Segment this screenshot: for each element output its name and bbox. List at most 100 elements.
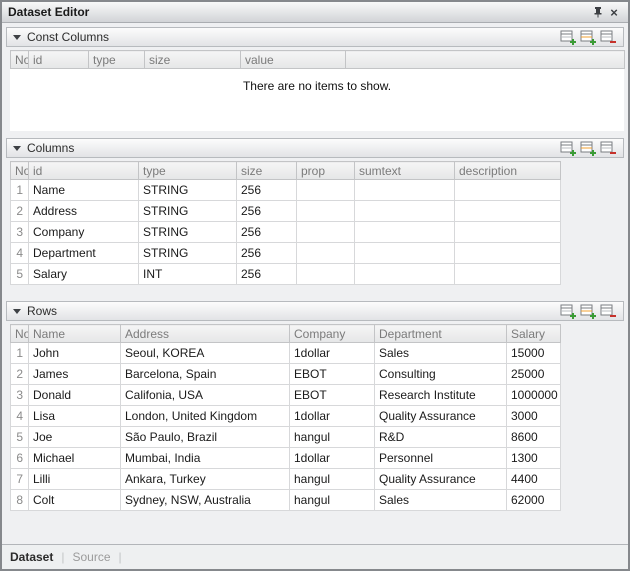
- table-cell[interactable]: Michael: [29, 448, 121, 469]
- row-number-cell[interactable]: 2: [11, 364, 29, 385]
- table-cell[interactable]: [455, 201, 561, 222]
- table-cell[interactable]: Donald: [29, 385, 121, 406]
- table-cell[interactable]: Colt: [29, 490, 121, 511]
- row-number-cell[interactable]: 6: [11, 448, 29, 469]
- table-cell[interactable]: [355, 264, 455, 285]
- table-cell[interactable]: [455, 222, 561, 243]
- table-cell[interactable]: Name: [29, 180, 139, 201]
- collapse-arrow-icon[interactable]: [13, 309, 21, 314]
- table-cell[interactable]: Mumbai, India: [121, 448, 290, 469]
- insert-row-icon[interactable]: [580, 30, 597, 45]
- table-cell[interactable]: [297, 264, 355, 285]
- section-header-const-columns[interactable]: Const Columns: [6, 27, 624, 47]
- table-cell[interactable]: STRING: [139, 180, 237, 201]
- table-cell[interactable]: Salary: [29, 264, 139, 285]
- row-number-cell[interactable]: 8: [11, 490, 29, 511]
- table-cell[interactable]: Quality Assurance: [375, 469, 507, 490]
- column-header[interactable]: Salary: [507, 325, 561, 343]
- table-cell[interactable]: [355, 222, 455, 243]
- table-cell[interactable]: Consulting: [375, 364, 507, 385]
- table-cell[interactable]: [355, 201, 455, 222]
- table-cell[interactable]: London, United Kingdom: [121, 406, 290, 427]
- column-header[interactable]: [346, 51, 625, 69]
- table-cell[interactable]: 15000: [507, 343, 561, 364]
- add-row-icon[interactable]: [560, 304, 577, 319]
- table-cell[interactable]: [455, 180, 561, 201]
- column-header[interactable]: size: [145, 51, 241, 69]
- column-header[interactable]: id: [29, 51, 89, 69]
- table-cell[interactable]: Lisa: [29, 406, 121, 427]
- table-cell[interactable]: Research Institute: [375, 385, 507, 406]
- table-cell[interactable]: [297, 201, 355, 222]
- table-cell[interactable]: Sales: [375, 343, 507, 364]
- column-header[interactable]: value: [241, 51, 346, 69]
- pin-icon[interactable]: [590, 4, 606, 20]
- row-number-cell[interactable]: 1: [11, 343, 29, 364]
- table-cell[interactable]: 25000: [507, 364, 561, 385]
- table-cell[interactable]: Company: [29, 222, 139, 243]
- table-cell[interactable]: Quality Assurance: [375, 406, 507, 427]
- table-cell[interactable]: 1300: [507, 448, 561, 469]
- column-header[interactable]: Address: [121, 325, 290, 343]
- table-cell[interactable]: hangul: [290, 427, 375, 448]
- table-cell[interactable]: 1dollar: [290, 406, 375, 427]
- column-header[interactable]: No: [11, 325, 29, 343]
- table-cell[interactable]: STRING: [139, 222, 237, 243]
- table-cell[interactable]: 62000: [507, 490, 561, 511]
- table-cell[interactable]: [455, 264, 561, 285]
- close-icon[interactable]: ×: [606, 4, 622, 20]
- delete-row-icon[interactable]: [600, 30, 617, 45]
- table-cell[interactable]: 3000: [507, 406, 561, 427]
- row-number-cell[interactable]: 2: [11, 201, 29, 222]
- column-header[interactable]: sumtext: [355, 162, 455, 180]
- column-header[interactable]: type: [139, 162, 237, 180]
- table-cell[interactable]: Address: [29, 201, 139, 222]
- delete-row-icon[interactable]: [600, 304, 617, 319]
- add-row-icon[interactable]: [560, 30, 577, 45]
- table-cell[interactable]: 1000000: [507, 385, 561, 406]
- table-cell[interactable]: [355, 180, 455, 201]
- table-cell[interactable]: [297, 243, 355, 264]
- insert-row-icon[interactable]: [580, 141, 597, 156]
- column-header[interactable]: description: [455, 162, 561, 180]
- row-number-cell[interactable]: 3: [11, 385, 29, 406]
- tab-dataset[interactable]: Dataset: [10, 550, 53, 564]
- column-header[interactable]: prop: [297, 162, 355, 180]
- table-cell[interactable]: EBOT: [290, 385, 375, 406]
- table-cell[interactable]: Sydney, NSW, Australia: [121, 490, 290, 511]
- row-number-cell[interactable]: 4: [11, 243, 29, 264]
- row-number-cell[interactable]: 4: [11, 406, 29, 427]
- table-cell[interactable]: Joe: [29, 427, 121, 448]
- table-cell[interactable]: James: [29, 364, 121, 385]
- section-header-columns[interactable]: Columns: [6, 138, 624, 158]
- table-cell[interactable]: Department: [29, 243, 139, 264]
- table-cell[interactable]: 1dollar: [290, 448, 375, 469]
- table-cell[interactable]: STRING: [139, 243, 237, 264]
- row-number-cell[interactable]: 7: [11, 469, 29, 490]
- section-header-rows[interactable]: Rows: [6, 301, 624, 321]
- table-cell[interactable]: 1dollar: [290, 343, 375, 364]
- collapse-arrow-icon[interactable]: [13, 146, 21, 151]
- column-header[interactable]: Department: [375, 325, 507, 343]
- table-cell[interactable]: São Paulo, Brazil: [121, 427, 290, 448]
- table-cell[interactable]: 256: [237, 243, 297, 264]
- table-cell[interactable]: Personnel: [375, 448, 507, 469]
- table-cell[interactable]: Sales: [375, 490, 507, 511]
- table-cell[interactable]: INT: [139, 264, 237, 285]
- table-cell[interactable]: Seoul, KOREA: [121, 343, 290, 364]
- table-cell[interactable]: 4400: [507, 469, 561, 490]
- delete-row-icon[interactable]: [600, 141, 617, 156]
- collapse-arrow-icon[interactable]: [13, 35, 21, 40]
- tab-source[interactable]: Source: [72, 550, 110, 564]
- column-header[interactable]: No: [11, 51, 29, 69]
- table-cell[interactable]: Lilli: [29, 469, 121, 490]
- table-cell[interactable]: 256: [237, 180, 297, 201]
- row-number-cell[interactable]: 3: [11, 222, 29, 243]
- column-header[interactable]: type: [89, 51, 145, 69]
- table-cell[interactable]: John: [29, 343, 121, 364]
- insert-row-icon[interactable]: [580, 304, 597, 319]
- table-cell[interactable]: [355, 243, 455, 264]
- table-cell[interactable]: [297, 180, 355, 201]
- table-cell[interactable]: Ankara, Turkey: [121, 469, 290, 490]
- column-header[interactable]: No: [11, 162, 29, 180]
